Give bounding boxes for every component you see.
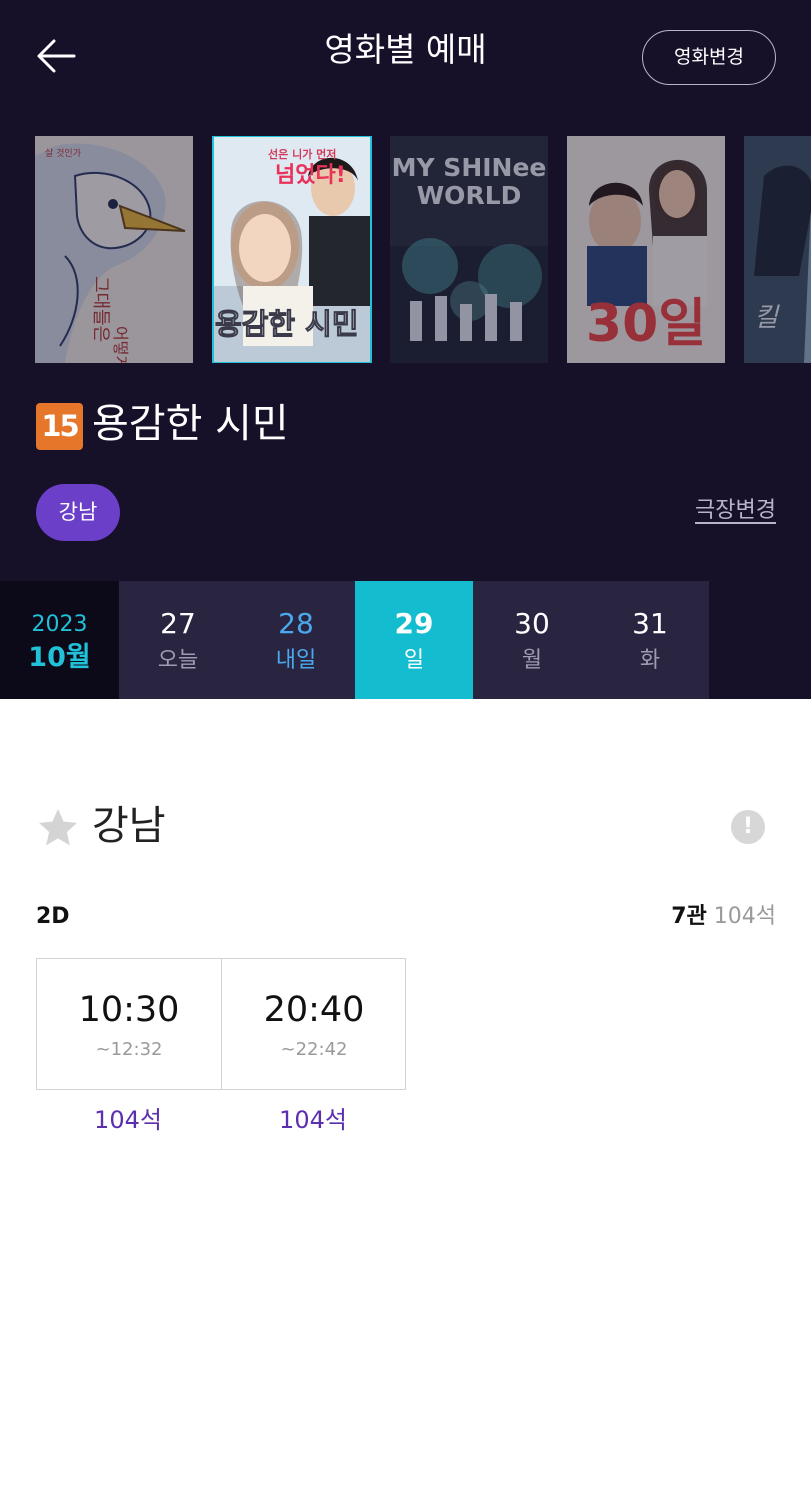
theater-name: 강남 — [92, 803, 166, 849]
date-item-today[interactable]: 27 오늘 — [119, 581, 237, 699]
poster-carousel[interactable]: 살 것인가 그대들은 어떻게 선은 니가 먼저 넘었다! 용감한 시민 MY S… — [0, 136, 811, 363]
date-number: 30 — [514, 607, 550, 640]
change-theater-link[interactable]: 극장변경 — [695, 492, 776, 524]
month-indicator: 2023 10월 — [0, 581, 119, 699]
change-movie-button[interactable]: 영화변경 — [642, 30, 776, 85]
date-item-tomorrow[interactable]: 28 내일 — [237, 581, 355, 699]
age-rating-badge: 15 — [36, 403, 83, 450]
theater-chip[interactable]: 강남 — [36, 484, 120, 541]
movie-poster[interactable]: MY SHINee WORLD — [390, 136, 548, 363]
remaining-seats: 104석 — [94, 1106, 162, 1134]
poster-text: 어떻게 — [111, 326, 130, 363]
movie-poster-selected[interactable]: 선은 니가 먼저 넘었다! 용감한 시민 — [212, 136, 372, 363]
poster-text: WORLD — [417, 181, 522, 210]
day-strip: 27 오늘 28 내일 29 일 30 월 31 화 — [119, 581, 709, 699]
hall-label: 7관 — [671, 904, 707, 929]
showtime-start: 20:40 — [263, 990, 365, 1030]
showtime-button[interactable]: 20:40 ~22:42 — [221, 959, 405, 1089]
showtime-grid: 10:30 ~12:32 20:40 ~22:42 — [36, 958, 406, 1090]
header-area: 영화별 예매 영화변경 살 것인가 그대들은 어떻게 선은 니가 먼저 넘었다!… — [0, 0, 811, 581]
poster-text: 그대들은 — [90, 276, 111, 342]
date-label: 화 — [639, 648, 661, 673]
showtime-button[interactable]: 10:30 ~12:32 — [37, 959, 221, 1089]
screen-info: 7관 104석 — [671, 903, 776, 931]
exclamation-circle-icon[interactable]: ! — [731, 810, 765, 844]
favorite-button[interactable] — [36, 806, 80, 850]
poster-text: 선은 니가 먼저 — [268, 147, 336, 161]
date-label: 내일 — [275, 648, 317, 673]
screen-format: 2D — [36, 904, 70, 929]
movie-poster[interactable]: 킬 — [744, 136, 811, 363]
showtime-start: 10:30 — [78, 990, 180, 1030]
year-label: 2023 — [31, 612, 88, 637]
total-seats: 104석 — [713, 904, 776, 929]
poster-text: 용감한 시민 — [215, 307, 359, 341]
date-selector: 2023 10월 27 오늘 28 내일 29 일 30 월 31 화 — [0, 581, 811, 699]
remaining-seats: 104석 — [279, 1106, 347, 1134]
poster-text: 30일 — [586, 294, 706, 354]
date-strip-end — [709, 581, 811, 699]
movie-title: 용감한 시민 — [92, 401, 289, 447]
date-label: 오늘 — [157, 648, 199, 673]
date-number: 27 — [160, 607, 196, 640]
movie-poster[interactable]: 살 것인가 그대들은 어떻게 — [35, 136, 193, 363]
poster-text: 넘었다! — [275, 163, 346, 188]
date-item-selected[interactable]: 29 일 — [355, 581, 473, 699]
date-number: 28 — [278, 607, 314, 640]
date-number: 29 — [394, 607, 434, 640]
date-label: 월 — [521, 648, 543, 673]
month-label: 10월 — [28, 642, 91, 673]
date-item[interactable]: 30 월 — [473, 581, 591, 699]
movie-poster[interactable]: 30일 — [567, 136, 725, 363]
poster-text: 킬 — [754, 303, 780, 333]
star-icon — [39, 809, 77, 846]
date-number: 31 — [632, 607, 668, 640]
date-label: 일 — [403, 648, 425, 673]
poster-text: 살 것인가 — [45, 148, 81, 159]
poster-text: MY SHINee — [392, 153, 547, 182]
showtime-end: ~12:32 — [95, 1039, 163, 1060]
showtime-end: ~22:42 — [280, 1039, 348, 1060]
date-item[interactable]: 31 화 — [591, 581, 709, 699]
